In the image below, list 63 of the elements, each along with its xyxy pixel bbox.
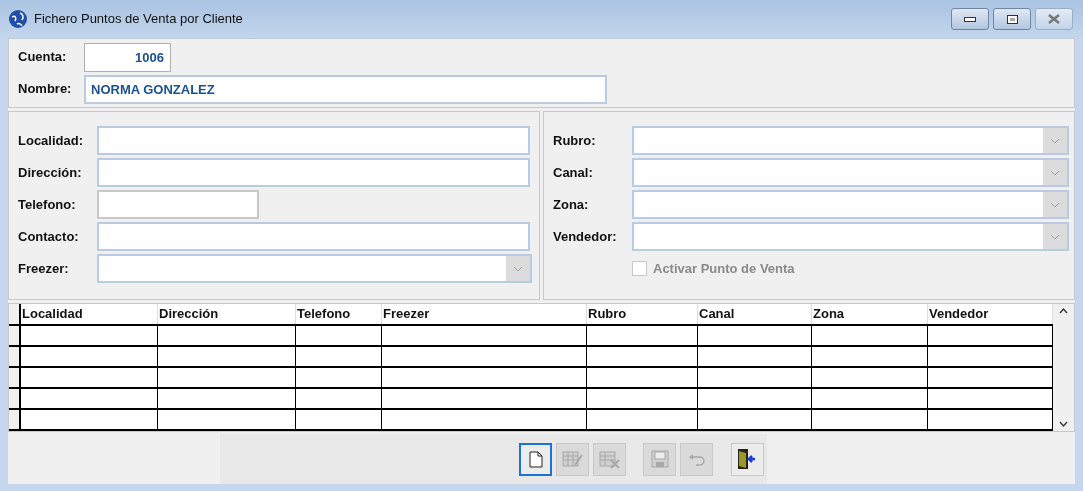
dropdown-field[interactable] (632, 126, 1069, 155)
row-selector[interactable] (9, 368, 21, 387)
maximize-icon (1006, 14, 1018, 24)
field-label: Vendedor: (553, 227, 618, 246)
dropdown-field[interactable] (97, 254, 532, 283)
minimize-button[interactable] (951, 8, 989, 30)
new-button[interactable] (519, 442, 552, 476)
undo-icon (687, 452, 706, 466)
table-row[interactable] (9, 368, 1053, 389)
exit-button[interactable] (731, 442, 764, 476)
row-selector[interactable] (9, 304, 21, 324)
column-header[interactable]: Canal (698, 304, 812, 324)
window-title: Fichero Puntos de Venta por Cliente (34, 10, 243, 29)
field-label: Contacto: (18, 227, 80, 246)
column-header[interactable]: Freezer (382, 304, 587, 324)
checkbox-label: Activar Punto de Venta (653, 260, 795, 278)
field-label: Freezer: (18, 259, 70, 278)
field-label: Telefono: (18, 195, 77, 214)
column-header[interactable]: Telefono (296, 304, 382, 324)
chevron-down-icon (1050, 201, 1060, 208)
column-header[interactable]: Localidad (21, 304, 158, 324)
chevron-down-icon (1050, 169, 1060, 176)
row-selector[interactable] (9, 389, 21, 408)
chevron-up-icon (1059, 308, 1068, 314)
field-label: Canal: (553, 163, 594, 182)
dropdown-field[interactable] (632, 222, 1069, 251)
new-document-icon (528, 450, 543, 468)
maximize-button[interactable] (993, 8, 1031, 30)
field-label: Nombre: (18, 80, 73, 99)
edit-record-icon (561, 449, 584, 469)
field-label: Localidad: (18, 131, 84, 150)
chevron-down-icon (1050, 233, 1060, 240)
globe-icon (8, 9, 28, 29)
row-selector[interactable] (9, 347, 21, 366)
chevron-down-icon (513, 265, 523, 272)
text-field[interactable] (97, 158, 530, 187)
column-header[interactable]: Zona (812, 304, 928, 324)
row-selector[interactable] (9, 326, 21, 345)
row-selector[interactable] (9, 410, 21, 429)
field-label: Dirección: (18, 163, 83, 182)
delete-record-icon (598, 449, 621, 469)
field-label: Cuenta: (18, 48, 68, 67)
table-row[interactable] (9, 389, 1053, 410)
column-header[interactable]: Dirección (158, 304, 296, 324)
close-button[interactable] (1035, 8, 1073, 30)
minimize-icon (964, 16, 976, 22)
table-row[interactable] (9, 326, 1053, 347)
dropdown-field[interactable] (632, 190, 1069, 219)
text-field[interactable]: 1006 (84, 42, 171, 72)
field-label: Zona: (553, 195, 590, 214)
dropdown-field[interactable] (632, 158, 1069, 187)
chevron-down-icon (1059, 421, 1068, 427)
chevron-down-icon (1050, 137, 1060, 144)
text-field[interactable] (97, 190, 259, 219)
table-row[interactable] (9, 410, 1053, 431)
text-field[interactable] (97, 222, 530, 251)
table-row[interactable] (9, 347, 1053, 368)
field-label: Rubro: (553, 131, 597, 150)
text-field[interactable] (97, 126, 530, 155)
column-header[interactable]: Rubro (587, 304, 698, 324)
text-field[interactable]: NORMA GONZALEZ (84, 74, 607, 104)
close-icon (1048, 14, 1060, 24)
save-icon (649, 449, 670, 469)
